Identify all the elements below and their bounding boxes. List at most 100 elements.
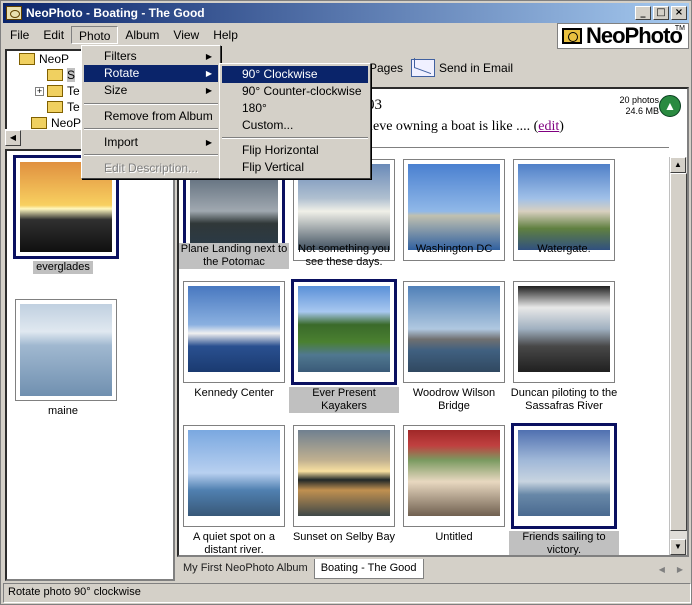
tab-scroll-right-icon[interactable]: ▶: [671, 565, 689, 579]
album-name-maine[interactable]: maine: [33, 405, 93, 418]
photo-count-info: 20 photos 24.6 MB: [613, 95, 659, 117]
folder-icon: [47, 85, 63, 97]
album-thumb-maine[interactable]: [15, 299, 117, 401]
tree-item-sub-1[interactable]: S: [47, 67, 76, 83]
submenu-arrow-icon: ▶: [205, 69, 212, 78]
neophoto-logo-icon: [562, 28, 582, 44]
photo-image: [298, 430, 390, 516]
menu-photo[interactable]: Photo: [71, 26, 119, 44]
pages-button[interactable]: Pages: [369, 57, 403, 79]
pages-label: Pages: [369, 61, 404, 75]
send-in-email-button[interactable]: Send in Email: [411, 57, 513, 79]
close-button[interactable]: ×: [671, 6, 687, 20]
photo-tile[interactable]: [513, 281, 615, 383]
menu-item-rotate-90-clockwise[interactable]: 90° Clockwise: [222, 66, 368, 83]
menu-item-edit-description: Edit Description...: [104, 161, 199, 175]
photo-image: [188, 286, 280, 372]
scroll-left-icon[interactable]: ◀: [5, 130, 21, 146]
menu-help[interactable]: Help: [206, 26, 245, 44]
photo-caption[interactable]: A quiet spot on a distant river.: [179, 531, 289, 555]
album-tabs: My First NeoPhoto Album Boating - The Go…: [177, 559, 689, 579]
photo-count: 20 photos: [619, 95, 659, 105]
menu-item-rotate-custom[interactable]: Custom...: [222, 117, 368, 134]
submenu-arrow-icon: ▶: [205, 138, 212, 147]
menu-item-flip-vertical[interactable]: Flip Vertical: [222, 159, 368, 176]
menu-item-flip-horizontal[interactable]: Flip Horizontal: [222, 142, 368, 159]
photo-tile[interactable]: [183, 425, 285, 527]
photo-image: [518, 164, 610, 250]
photo-image: [408, 286, 500, 372]
rotate-submenu: 90° Clockwise 90° Counter-clockwise 180°…: [219, 63, 371, 179]
photo-caption[interactable]: Watergate.: [509, 243, 619, 256]
send-in-email-label: Send in Email: [439, 61, 514, 75]
tab-scroll-left-icon[interactable]: ◀: [653, 565, 671, 579]
menu-separator: [84, 154, 218, 156]
photo-caption[interactable]: Woodrow Wilson Bridge: [399, 387, 509, 413]
photo-tile[interactable]: [403, 281, 505, 383]
menu-edit[interactable]: Edit: [36, 26, 71, 44]
photo-caption[interactable]: Not something you see these days.: [289, 243, 399, 269]
minimize-button[interactable]: _: [635, 6, 651, 20]
photo-tile[interactable]: [183, 281, 285, 383]
photo-caption[interactable]: Untitled: [399, 531, 509, 544]
photo-tile[interactable]: [403, 425, 505, 527]
photo-menu-dropdown: Filters ▶ Rotate ▶ Size ▶ Remove from Album…: [81, 45, 221, 179]
tree-item-sub-2[interactable]: + Te: [35, 83, 80, 99]
menu-item-size[interactable]: Size ▶: [84, 82, 218, 99]
submenu-arrow-icon: ▶: [205, 52, 212, 61]
menu-item-import[interactable]: Import ▶: [84, 134, 218, 151]
album-name-everglades[interactable]: everglades: [33, 261, 93, 274]
folder-icon: [19, 53, 35, 65]
photo-image: [188, 430, 280, 516]
tree-item-neophoto-1[interactable]: NeoP: [19, 51, 69, 67]
neophoto-logo: NeoPhoto TM: [557, 23, 689, 49]
folder-icon: [47, 101, 63, 113]
menu-view[interactable]: View: [166, 26, 206, 44]
tab-my-first-neophoto-album[interactable]: My First NeoPhoto Album: [177, 559, 314, 579]
album-list-panel: everglades maine: [5, 149, 175, 581]
photo-caption[interactable]: Kennedy Center: [179, 387, 289, 400]
maximize-button[interactable]: □: [653, 6, 669, 20]
app-icon: [6, 6, 22, 20]
photo-tile[interactable]: [511, 423, 617, 529]
scroll-up-icon[interactable]: ▲: [670, 157, 686, 173]
menu-item-filters[interactable]: Filters ▶: [84, 48, 218, 65]
menu-separator: [84, 103, 218, 105]
menu-separator: [84, 128, 218, 130]
menu-bar: File Edit Photo Album View Help: [3, 25, 553, 45]
photo-caption[interactable]: Duncan piloting to the Sassafras River: [509, 387, 619, 413]
expand-icon[interactable]: +: [35, 86, 44, 96]
folder-icon: [31, 117, 47, 129]
photo-image: [408, 164, 500, 250]
scroll-down-icon[interactable]: ▼: [670, 539, 686, 555]
menu-item-rotate[interactable]: Rotate ▶: [84, 65, 218, 82]
logo-trademark: TM: [674, 25, 685, 32]
edit-link[interactable]: edit: [538, 119, 559, 134]
menu-item-rotate-90-counter-clockwise[interactable]: 90° Counter-clockwise: [222, 83, 368, 100]
tab-boating-the-good[interactable]: Boating - The Good: [313, 559, 424, 579]
menu-separator: [222, 137, 368, 139]
photo-caption[interactable]: Friends sailing to victory.: [509, 531, 619, 555]
status-bar: Rotate photo 90° clockwise: [3, 583, 691, 603]
photo-image: [518, 286, 610, 372]
up-arrow-icon[interactable]: ▲: [659, 95, 681, 117]
photo-caption[interactable]: Washington DC: [399, 243, 509, 256]
tree-item-sub-3[interactable]: Te: [47, 99, 80, 115]
photo-image: [298, 286, 390, 372]
photo-tile[interactable]: [293, 425, 395, 527]
photo-caption[interactable]: Plane Landing next to the Potomac: [179, 243, 289, 269]
scrollbar-thumb[interactable]: [670, 173, 687, 531]
photo-grid-scrollbar[interactable]: ▲ ▼: [669, 157, 687, 555]
menu-album[interactable]: Album: [118, 26, 166, 44]
photo-image: [518, 430, 610, 516]
photo-caption[interactable]: Ever Present Kayakers: [289, 387, 399, 413]
menu-file[interactable]: File: [3, 26, 36, 44]
photo-caption[interactable]: Sunset on Selby Bay: [289, 531, 399, 544]
photo-image: [408, 430, 500, 516]
album-description: elieve owning a boat is like .... (edit): [359, 119, 564, 134]
photo-tile[interactable]: [291, 279, 397, 385]
menu-item-remove-from-album[interactable]: Remove from Album: [84, 108, 218, 125]
envelope-icon: [411, 59, 435, 77]
submenu-arrow-icon: ▶: [205, 86, 212, 95]
menu-item-rotate-180[interactable]: 180°: [222, 100, 368, 117]
